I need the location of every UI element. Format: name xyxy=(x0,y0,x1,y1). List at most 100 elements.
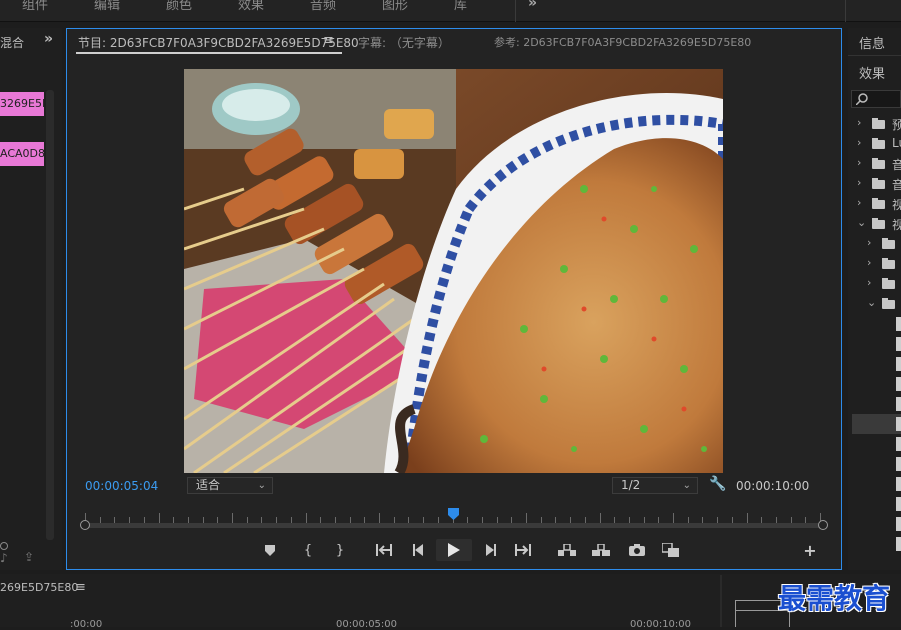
menu-icon[interactable]: ≡ xyxy=(323,33,334,48)
wrench-icon[interactable]: 🔧 xyxy=(709,476,726,492)
mark-out-button[interactable]: } xyxy=(330,539,350,561)
bin-clip[interactable]: ACA0D83 xyxy=(0,142,44,166)
effect-icon[interactable] xyxy=(896,517,901,531)
folder-icon xyxy=(872,178,885,189)
go-to-out-button[interactable] xyxy=(512,539,534,561)
chevron-down-icon: ⌄ xyxy=(857,216,867,229)
timeline-tab[interactable]: 269E5D75E80 xyxy=(0,581,78,594)
chevron-right-icon: › xyxy=(867,276,872,289)
plus-icon: + xyxy=(803,540,817,560)
effects-search-input[interactable] xyxy=(851,90,901,108)
menu-assembly[interactable]: 组件 xyxy=(22,0,48,13)
search-icon xyxy=(856,93,868,105)
effects-tree-item[interactable]: › 音 xyxy=(852,154,901,174)
effects-tree-item[interactable]: › 音 xyxy=(852,174,901,194)
current-timecode[interactable]: 00:00:05:04 xyxy=(85,479,158,493)
watermark-logo: 最需教育 xyxy=(778,582,891,615)
timeline-tick-label: 00:00:10:00 xyxy=(630,619,692,630)
lift-button[interactable] xyxy=(556,539,578,561)
tab-effects[interactable]: 效果 xyxy=(859,63,885,82)
camera-icon xyxy=(629,544,645,556)
timeline-tick-label: :00:00 xyxy=(70,619,103,630)
tab-captions[interactable]: 字幕: （无字幕） xyxy=(358,34,450,51)
zoom-scrollbar[interactable] xyxy=(85,523,821,528)
effect-icon[interactable] xyxy=(896,497,901,511)
effects-subfolder[interactable]: › xyxy=(862,274,901,294)
menu-audio[interactable]: 音频 xyxy=(310,0,336,13)
chevron-right-icon: › xyxy=(857,176,862,189)
zoom-value: 适合 xyxy=(196,478,221,492)
chevron-right-icon: › xyxy=(857,196,862,209)
chevron-right-icon: › xyxy=(867,236,872,249)
double-chevron-right-icon[interactable]: » xyxy=(528,0,537,11)
video-frame[interactable] xyxy=(184,69,723,473)
zoom-handle-icon[interactable] xyxy=(0,542,8,550)
effect-icon[interactable] xyxy=(896,377,901,391)
add-button[interactable]: + xyxy=(800,539,820,561)
folder-icon xyxy=(872,158,885,169)
effects-subfolder[interactable]: › xyxy=(862,254,901,274)
play-icon xyxy=(448,543,460,557)
chevron-right-icon: › xyxy=(857,156,862,169)
resolution-select[interactable]: 1/2 ⌄ xyxy=(612,477,698,494)
step-back-button[interactable] xyxy=(408,539,430,561)
bin-clip[interactable]: 3269E5D xyxy=(0,92,44,116)
effect-icon[interactable] xyxy=(896,417,901,431)
effect-icon[interactable] xyxy=(896,457,901,471)
effect-icon[interactable] xyxy=(896,537,901,551)
effects-tree-item[interactable]: ›Lu xyxy=(852,134,901,154)
effect-icon[interactable] xyxy=(896,337,901,351)
mark-in-button[interactable]: { xyxy=(298,539,318,561)
tab-info[interactable]: 信息 xyxy=(859,33,885,52)
menu-libraries[interactable]: 库 xyxy=(454,0,467,13)
menu-graphics[interactable]: 图形 xyxy=(382,0,408,13)
tab-reference[interactable]: 参考: 2D63FCB7F0A3F9CBD2FA3269E5D75E80 xyxy=(494,34,751,50)
selected-effect-highlight xyxy=(852,414,901,434)
folder-icon xyxy=(872,198,885,209)
extract-button[interactable] xyxy=(590,539,612,561)
playhead[interactable] xyxy=(447,505,459,520)
effect-icon[interactable] xyxy=(896,477,901,491)
effect-icon[interactable] xyxy=(896,357,901,371)
effects-subfolder[interactable]: ⌄ xyxy=(862,294,901,314)
menu-icon[interactable]: ≡ xyxy=(75,580,86,595)
menu-color[interactable]: 颜色 xyxy=(166,0,192,13)
chevron-down-icon: ⌄ xyxy=(682,480,691,491)
scrollbar[interactable] xyxy=(46,90,54,540)
zoom-handle-right[interactable] xyxy=(818,520,828,530)
folder-icon xyxy=(882,258,895,269)
mark-in-icon: { xyxy=(303,542,313,558)
compare-view-button[interactable] xyxy=(660,539,682,561)
menu-editing[interactable]: 编辑 xyxy=(94,0,120,13)
lift-icon xyxy=(558,544,576,556)
zoom-select[interactable]: 适合 ⌄ xyxy=(187,477,273,494)
chevron-down-icon: ⌄ xyxy=(867,296,877,309)
compare-icon xyxy=(662,543,679,557)
left-panel-tab[interactable]: 混合 xyxy=(0,34,24,51)
music-icon[interactable]: ♪ xyxy=(0,551,8,565)
effect-icon[interactable] xyxy=(896,317,901,331)
effect-icon[interactable] xyxy=(896,437,901,451)
go-to-in-icon xyxy=(376,544,392,556)
timeline-tick-label: 00:00:05:00 xyxy=(336,619,398,630)
effects-subfolder[interactable]: › xyxy=(862,234,901,254)
effects-tree-item[interactable]: ⌄ 视 xyxy=(852,214,901,234)
effects-tree-item[interactable]: › 预 xyxy=(852,114,901,134)
tab-program[interactable]: 节目: 2D63FCB7F0A3F9CBD2FA3269E5D75E80 xyxy=(78,34,359,51)
zoom-handle-left[interactable] xyxy=(80,520,90,530)
folder-icon xyxy=(882,298,895,309)
star-folder-icon xyxy=(872,118,885,129)
step-forward-button[interactable] xyxy=(479,539,501,561)
workspace-bar: 组件 编辑 颜色 效果 音频 图形 库 » xyxy=(0,0,901,22)
go-to-in-button[interactable] xyxy=(373,539,395,561)
extract-icon xyxy=(592,544,610,556)
effects-tree-item[interactable]: › 视 xyxy=(852,194,901,214)
double-chevron-right-icon[interactable]: » xyxy=(44,31,53,47)
menu-effects[interactable]: 效果 xyxy=(238,0,264,13)
export-frame-button[interactable] xyxy=(626,539,648,561)
folder-icon xyxy=(882,238,895,249)
add-marker-button[interactable] xyxy=(260,539,280,561)
share-icon[interactable]: ⇪ xyxy=(24,550,34,564)
play-button[interactable] xyxy=(436,539,472,561)
effect-icon[interactable] xyxy=(896,397,901,411)
